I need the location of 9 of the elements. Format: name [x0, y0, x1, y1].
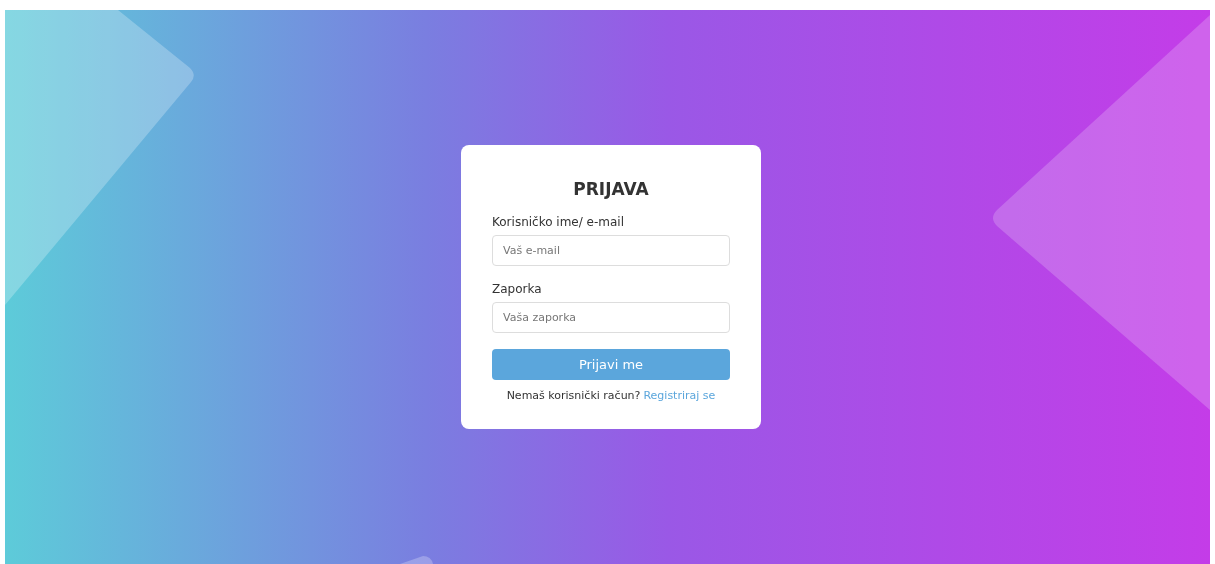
- password-field[interactable]: Vaša zaporka: [492, 302, 730, 333]
- login-button[interactable]: Prijavi me: [492, 349, 730, 380]
- login-title: PRIJAVA: [572, 179, 650, 199]
- register-prompt: Nemaš korisnički račun?: [506, 389, 641, 402]
- register-link[interactable]: Registriraj se: [643, 389, 716, 402]
- field-label: Zaporka: [492, 282, 543, 296]
- field-label: Korisničko ime/ e-mail: [492, 215, 626, 229]
- background-shape: [400, 556, 433, 564]
- email-field[interactable]: Vaš e-mail: [492, 235, 730, 266]
